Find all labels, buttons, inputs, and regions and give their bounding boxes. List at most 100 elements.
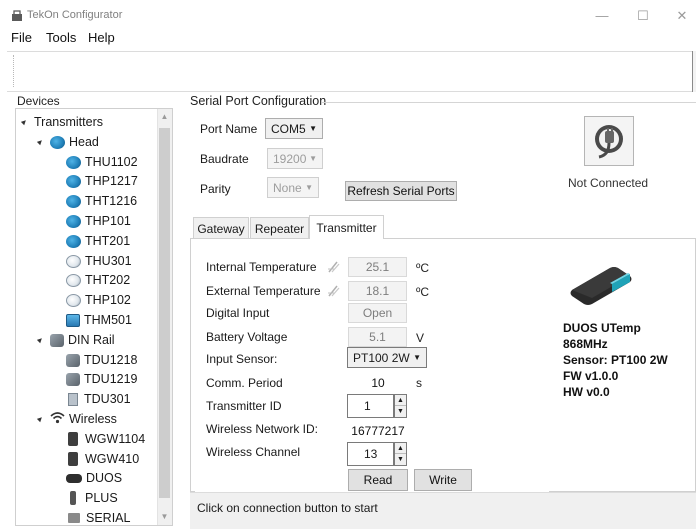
- tree-item-tht202[interactable]: THT202: [66, 271, 130, 289]
- tree-item-wireless[interactable]: ▲ Wireless: [34, 410, 117, 428]
- wireless-channel-input[interactable]: 13: [347, 442, 394, 466]
- internal-temp-field: 25.1: [348, 257, 407, 277]
- tree-item-thu301[interactable]: THU301: [66, 252, 132, 270]
- connect-button[interactable]: [584, 116, 634, 166]
- tree-item-label: TDU1218: [84, 353, 138, 367]
- input-sensor-label: Input Sensor:: [206, 352, 278, 366]
- transmitter-id-input[interactable]: 1: [347, 394, 394, 418]
- expand-arrow-icon[interactable]: ▲: [34, 333, 47, 346]
- menu-help[interactable]: Help: [88, 30, 115, 45]
- tree-item-thu1102[interactable]: THU1102: [66, 153, 138, 171]
- tree-item-duos[interactable]: DUOS: [66, 469, 122, 487]
- tree-item-din-rail[interactable]: ▲ DIN Rail: [34, 331, 115, 349]
- tab-gateway[interactable]: Gateway: [193, 217, 249, 239]
- tree-item-serial[interactable]: SERIAL: [66, 509, 130, 527]
- baudrate-select[interactable]: 19200 ▼: [267, 148, 323, 169]
- tree-item-head[interactable]: ▲ Head: [34, 133, 99, 151]
- duos-device-image: [570, 267, 632, 305]
- tree-item-label: DIN Rail: [68, 333, 115, 347]
- white-sensor-icon: [66, 273, 81, 287]
- input-sensor-select[interactable]: PT100 2W ▼: [347, 347, 427, 368]
- stepper-up-icon[interactable]: ▲: [395, 395, 406, 406]
- parity-select[interactable]: None ▼: [267, 177, 319, 198]
- tree-item-label: SERIAL: [86, 511, 131, 525]
- tree-item-thp101[interactable]: THP101: [66, 212, 131, 230]
- tree-item-label: DUOS: [86, 471, 123, 485]
- tree-item-label: THT1216: [85, 194, 138, 208]
- tree-item-thm501[interactable]: THM501: [66, 311, 132, 329]
- expand-arrow-icon[interactable]: ▲: [34, 412, 47, 425]
- scroll-down-icon[interactable]: ▼: [157, 510, 172, 524]
- serial-icon: [68, 513, 80, 523]
- device-info-line: 868MHz: [563, 337, 608, 351]
- tree-item-thp1217[interactable]: THP1217: [66, 172, 138, 190]
- tree-item-plus[interactable]: PLUS: [66, 489, 118, 507]
- tree-item-label: Wireless: [69, 412, 117, 426]
- internal-temp-label: Internal Temperature: [206, 260, 317, 274]
- serial-group-label: Serial Port Configuration: [190, 94, 330, 108]
- toolbar-grip[interactable]: [13, 55, 15, 87]
- scroll-up-icon[interactable]: ▲: [157, 110, 172, 124]
- blue-sensor-icon: [66, 214, 81, 228]
- scroll-thumb[interactable]: [159, 128, 170, 498]
- port-name-select[interactable]: COM5 ▼: [265, 118, 323, 139]
- tree-item-label: THP102: [85, 293, 131, 307]
- input-sensor-value: PT100 2W: [353, 350, 410, 365]
- read-button[interactable]: Read: [348, 469, 408, 491]
- write-button[interactable]: Write: [414, 469, 472, 491]
- din-small-icon: [68, 392, 78, 406]
- tree-item-thp102[interactable]: THP102: [66, 291, 131, 309]
- menu-file[interactable]: File: [11, 30, 32, 45]
- digital-input-field: Open: [348, 303, 407, 323]
- wireless-channel-stepper[interactable]: ▲ ▼: [394, 442, 407, 466]
- tree-item-label: THP101: [85, 214, 131, 228]
- stepper-down-icon[interactable]: ▼: [395, 406, 406, 417]
- tree-item-label: THT201: [85, 234, 131, 248]
- white-sensor-icon: [66, 293, 81, 307]
- plus-icon: [70, 491, 76, 505]
- stepper-up-icon[interactable]: ▲: [395, 443, 406, 454]
- external-temp-field: 18.1: [348, 281, 407, 301]
- tab-repeater[interactable]: Repeater: [250, 217, 309, 239]
- chevron-down-icon: ▼: [413, 353, 421, 362]
- tree-item-wgw1104[interactable]: WGW1104: [66, 430, 145, 448]
- expand-arrow-icon[interactable]: ▲: [34, 135, 47, 148]
- tree-item-tdu1218[interactable]: TDU1218: [66, 351, 138, 369]
- tree-item-wgw410[interactable]: WGW410: [66, 450, 139, 468]
- minimize-button[interactable]: —: [592, 6, 612, 26]
- blue-sensor-icon: [66, 234, 81, 248]
- external-temp-unit: ºC: [416, 285, 430, 299]
- toolbar-edge: [692, 51, 696, 92]
- port-name-value: COM5: [271, 121, 306, 136]
- chevron-down-icon: ▼: [305, 183, 313, 192]
- refresh-serial-ports-button[interactable]: Refresh Serial Ports: [345, 181, 457, 201]
- tree-item-tdu301[interactable]: TDU301: [66, 390, 131, 408]
- tree-item-label: WGW410: [85, 452, 140, 466]
- tree-item-label: THU1102: [85, 155, 138, 169]
- transmitter-id-stepper[interactable]: ▲ ▼: [394, 394, 407, 418]
- comm-period-label: Comm. Period: [206, 376, 283, 390]
- port-name-label: Port Name: [200, 122, 258, 136]
- chevron-down-icon: ▼: [309, 154, 317, 163]
- external-temp-label: External Temperature: [206, 284, 321, 298]
- white-sensor-icon: [66, 254, 81, 268]
- chevron-down-icon: ▼: [309, 124, 317, 133]
- connection-status: Not Connected: [568, 176, 649, 190]
- tree-item-tht1216[interactable]: THT1216: [66, 192, 137, 210]
- maximize-button[interactable]: ☐: [633, 6, 653, 26]
- tab-transmitter[interactable]: Transmitter: [309, 215, 384, 239]
- thermometer-icon: [328, 261, 340, 273]
- tree-item-label: PLUS: [85, 491, 118, 505]
- close-button[interactable]: ✕: [672, 6, 692, 26]
- window-title: TekOn Configurator: [27, 9, 123, 21]
- stepper-down-icon[interactable]: ▼: [395, 454, 406, 465]
- tree-item-tdu1219[interactable]: TDU1219: [66, 370, 138, 388]
- group-divider: [322, 102, 696, 103]
- network-id-field[interactable]: 16777217: [348, 424, 408, 438]
- tree-item-tht201[interactable]: THT201: [66, 232, 130, 250]
- tree-item-transmitters[interactable]: ▲ Transmitters: [18, 113, 103, 131]
- expand-arrow-icon[interactable]: ▲: [18, 115, 31, 128]
- connection-icon: [595, 125, 623, 159]
- menu-tools[interactable]: Tools: [46, 30, 76, 45]
- comm-period-field[interactable]: 10: [348, 376, 408, 390]
